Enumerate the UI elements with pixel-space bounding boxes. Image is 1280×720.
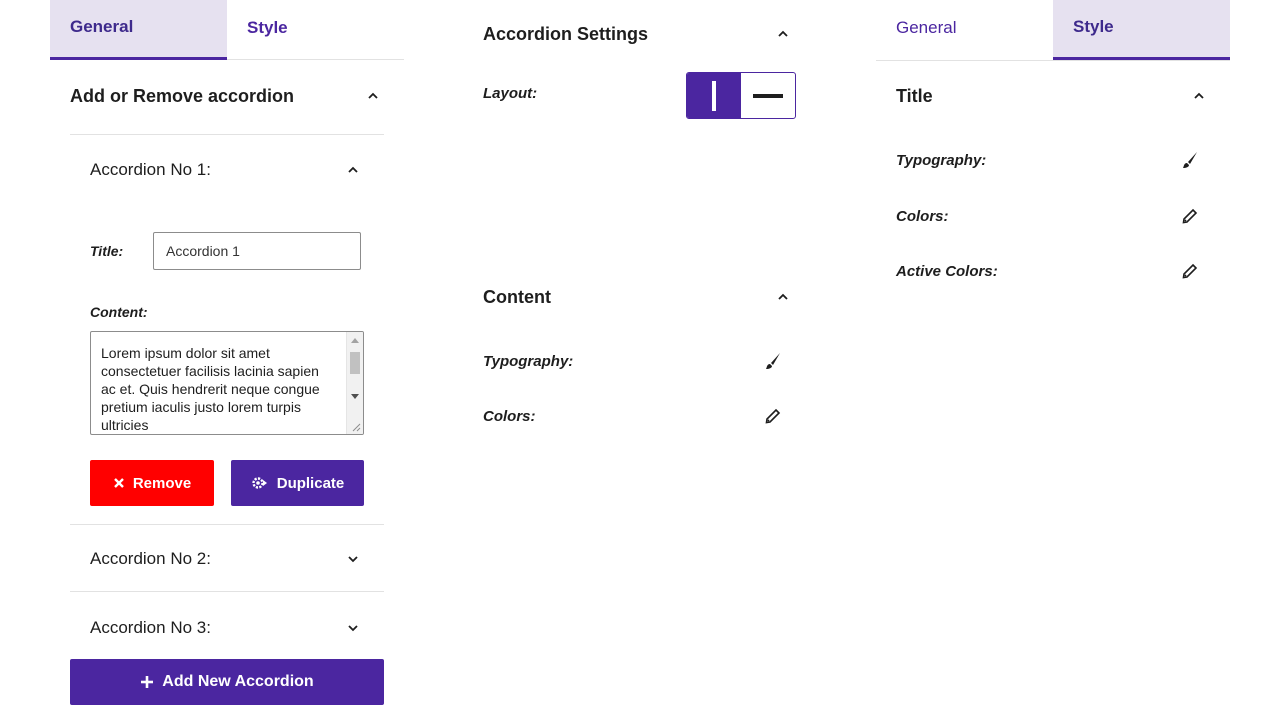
content-label: Content: (90, 304, 148, 320)
title-section-title: Title (896, 85, 933, 106)
section-title: Add or Remove accordion (70, 85, 295, 106)
title-active-colors-row: Active Colors: (896, 259, 1200, 283)
title-colors-row: Colors: (896, 204, 1200, 228)
scroll-down-arrow-icon[interactable] (351, 394, 359, 399)
chevron-up-icon (776, 290, 790, 304)
style-panel: General Style Title Typography: Colors: … (876, 0, 1230, 720)
add-new-accordion-button[interactable]: Add New Accordion (70, 659, 384, 705)
title-input[interactable] (153, 232, 361, 270)
accordion-2-label: Accordion No 2: (90, 549, 211, 568)
title-section-header[interactable]: Title (896, 78, 1206, 114)
content-typography-row: Typography: (483, 349, 783, 373)
accordion-3-header[interactable]: Accordion No 3: (90, 610, 360, 646)
layout-toggle (686, 72, 796, 119)
active-colors-label: Active Colors: (896, 262, 998, 280)
resize-handle-icon[interactable] (351, 422, 361, 432)
typography-label: Typography: (483, 352, 574, 370)
chevron-up-icon (366, 89, 380, 103)
content-text: Lorem ipsum dolor sit amet consectetuer … (101, 345, 320, 433)
title-typography-row: Typography: (896, 148, 1200, 172)
tab-bar: General Style (876, 0, 1230, 61)
add-remove-accordion-header[interactable]: Add or Remove accordion (70, 78, 380, 114)
plus-icon (141, 676, 154, 688)
general-panel: General Style Add or Remove accordion Ac… (50, 0, 404, 720)
accordion-3-label: Accordion No 3: (90, 618, 211, 637)
layout-label: Layout: (483, 85, 538, 102)
chevron-up-icon (346, 163, 360, 177)
layout-horizontal-option[interactable] (741, 73, 795, 118)
brush-icon[interactable] (1180, 150, 1200, 170)
content-section-title: Content (483, 286, 551, 307)
tab-style[interactable]: Style (1053, 0, 1230, 60)
pencil-icon[interactable] (1180, 261, 1200, 281)
accordion-1-label: Accordion No 1: (90, 160, 211, 179)
add-new-accordion-label: Add New Accordion (162, 673, 314, 690)
pencil-icon[interactable] (1180, 206, 1200, 226)
close-icon (113, 478, 124, 488)
accordion-2-header[interactable]: Accordion No 2: (90, 541, 360, 577)
divider (70, 134, 384, 135)
settings-panel: Accordion Settings Layout: Content Typog… (470, 0, 810, 720)
content-colors-row: Colors: (483, 404, 783, 428)
gear-duplicate-icon (252, 477, 267, 489)
colors-label: Colors: (483, 407, 536, 425)
pencil-icon[interactable] (763, 406, 783, 426)
accordion-settings-title: Accordion Settings (483, 23, 649, 44)
duplicate-label: Duplicate (276, 474, 345, 492)
tab-general[interactable]: General (876, 0, 1053, 60)
chevron-up-icon (776, 27, 790, 41)
remove-label: Remove (132, 474, 192, 492)
scrollbar[interactable] (346, 332, 363, 434)
colors-label: Colors: (896, 207, 949, 225)
divider (70, 591, 384, 592)
brush-icon[interactable] (763, 351, 783, 371)
tab-general[interactable]: General (50, 0, 227, 60)
tab-style[interactable]: Style (227, 0, 404, 60)
duplicate-button[interactable]: Duplicate (231, 460, 364, 506)
tab-bar: General Style (50, 0, 404, 60)
scroll-thumb[interactable] (350, 352, 360, 374)
title-label: Title: (90, 243, 124, 259)
remove-button[interactable]: Remove (90, 460, 214, 506)
divider (70, 524, 384, 525)
content-textarea[interactable]: Lorem ipsum dolor sit amet consectetuer … (90, 331, 364, 435)
chevron-down-icon (346, 552, 360, 566)
typography-label: Typography: (896, 151, 987, 169)
chevron-up-icon (1192, 89, 1206, 103)
scroll-up-arrow-icon[interactable] (351, 338, 359, 343)
accordion-settings-header[interactable]: Accordion Settings (483, 16, 790, 52)
chevron-down-icon (346, 621, 360, 635)
content-section-header[interactable]: Content (483, 279, 790, 315)
layout-vertical-option[interactable] (687, 73, 741, 118)
horizontal-layout-icon (753, 93, 783, 98)
accordion-1-header[interactable]: Accordion No 1: (90, 152, 360, 188)
vertical-layout-icon (712, 80, 716, 111)
